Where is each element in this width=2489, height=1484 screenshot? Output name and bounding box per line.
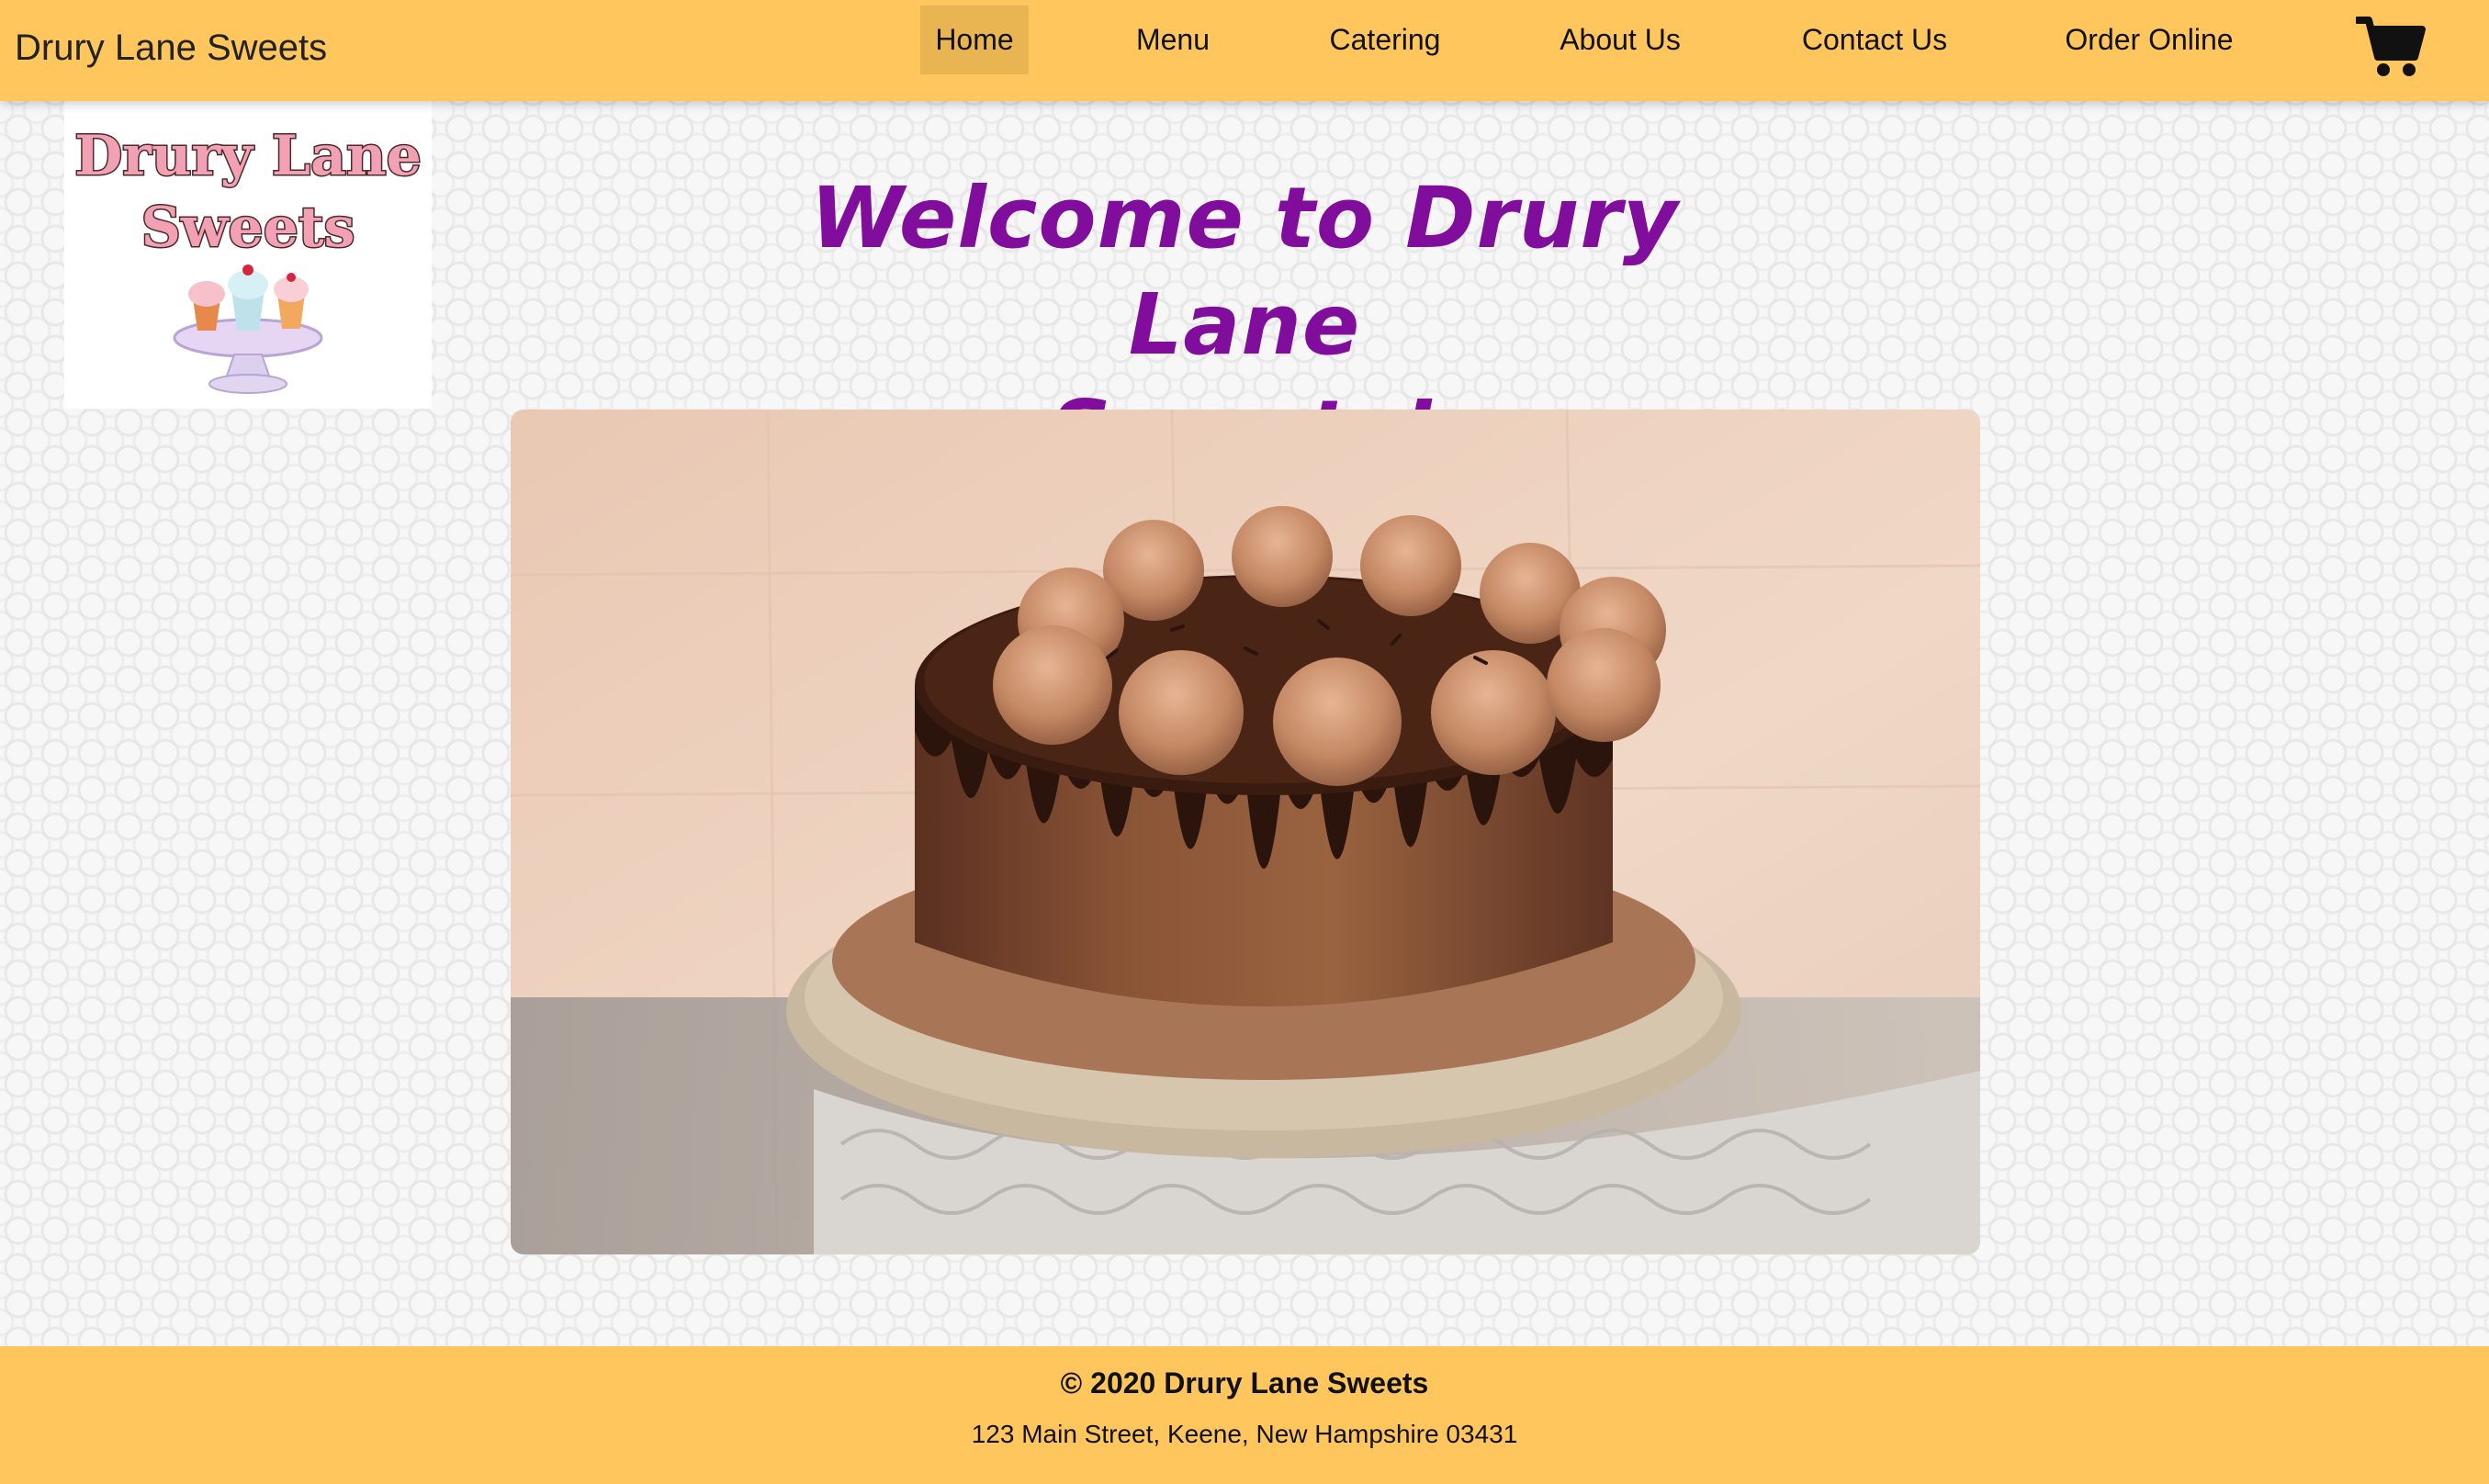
nav-contact-us[interactable]: Contact Us [1789, 6, 1960, 74]
nav-home[interactable]: Home [920, 6, 1029, 74]
logo-text-line1: Drury Lane [74, 124, 422, 188]
nav-about-us[interactable]: About Us [1550, 6, 1690, 74]
site-footer: © 2020 Drury Lane Sweets 123 Main Street… [0, 1346, 2489, 1484]
top-navbar: Drury Lane Sweets Home Menu Catering Abo… [0, 0, 2489, 101]
hero-cake-image [511, 410, 1980, 1254]
footer-address: 123 Main Street, Keene, New Hampshire 03… [971, 1420, 1518, 1448]
logo-text-line2: Sweets [141, 196, 355, 260]
brand-name[interactable]: Drury Lane Sweets [15, 28, 327, 69]
site-logo[interactable]: Drury Lane Sweets [64, 101, 432, 409]
footer-copyright: © 2020 Drury Lane Sweets [1060, 1366, 1429, 1400]
nav-menu[interactable]: Menu [1119, 6, 1227, 74]
nav-catering[interactable]: Catering [1312, 6, 1458, 74]
shopping-cart-icon[interactable] [2354, 15, 2426, 79]
welcome-line-1: Welcome to Drury Lane [810, 169, 1679, 374]
nav-order-online[interactable]: Order Online [2057, 6, 2241, 74]
cupcake-stand-icon [173, 264, 323, 394]
